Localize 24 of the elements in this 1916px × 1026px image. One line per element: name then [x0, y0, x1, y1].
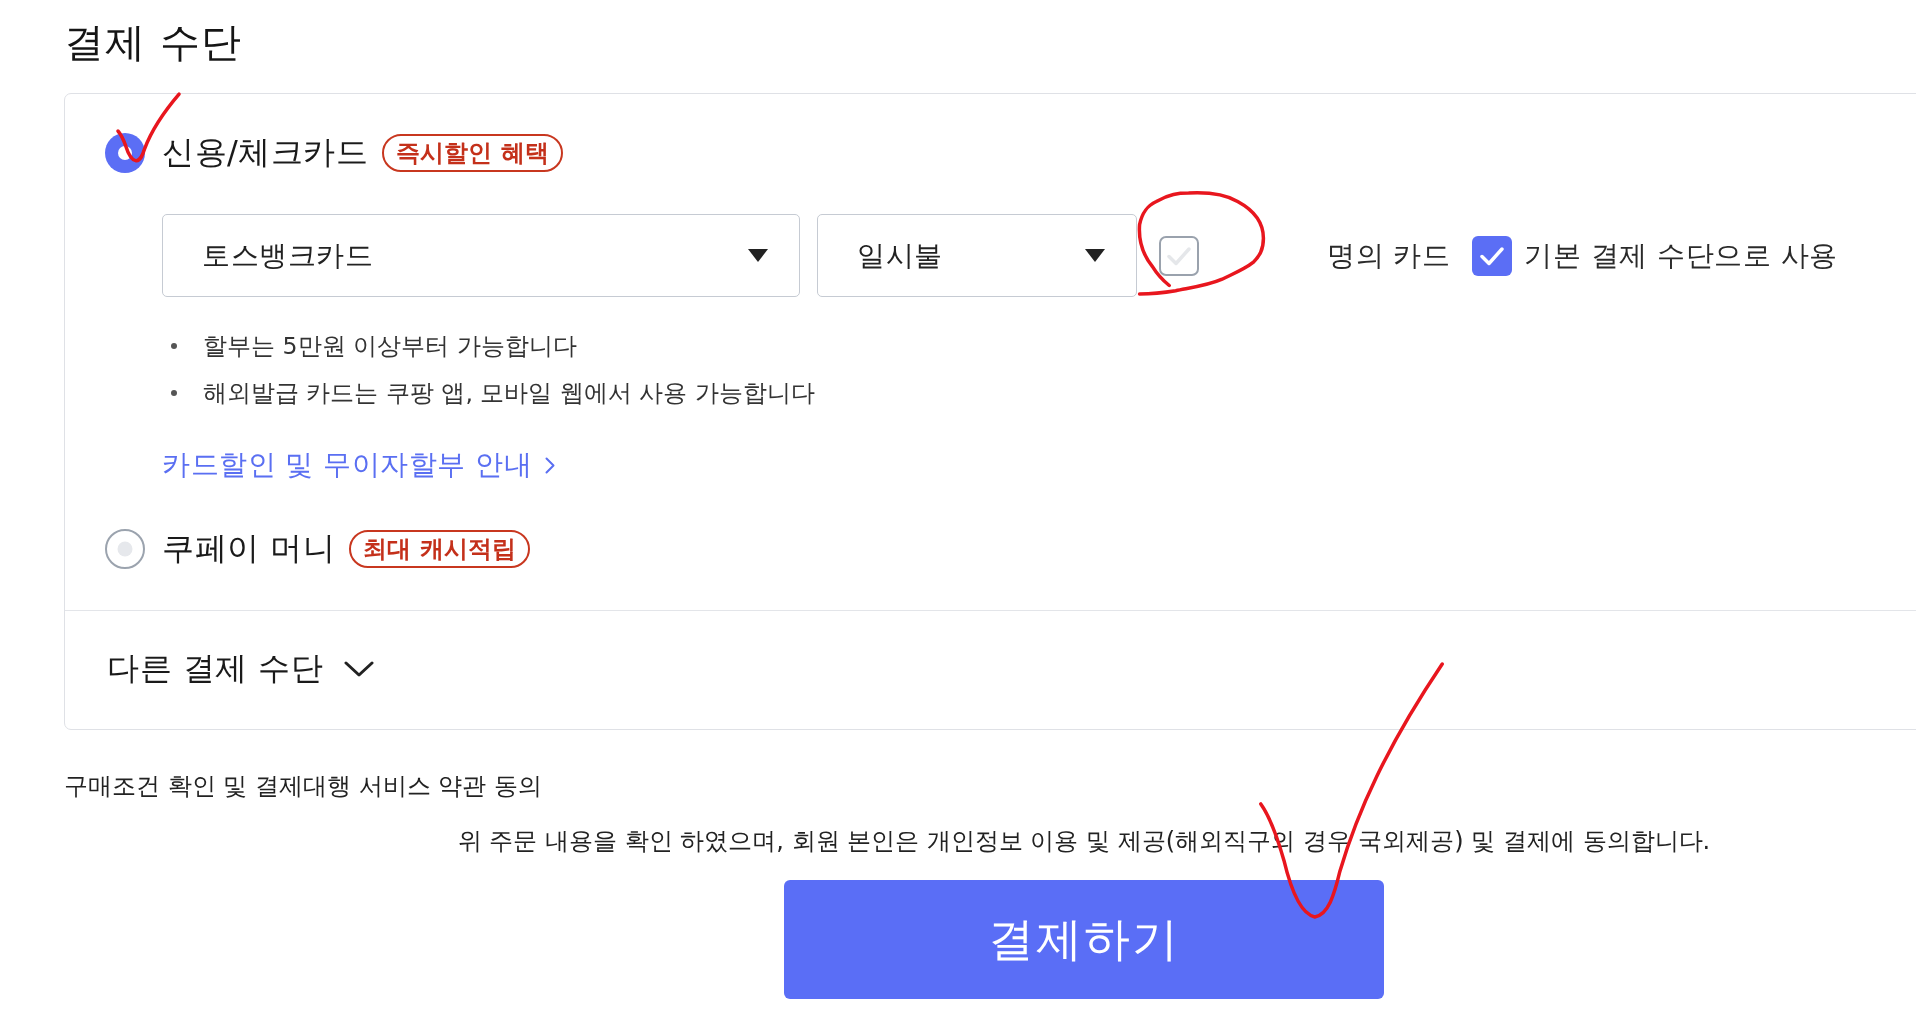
- checkbox-label: 기본 결제 수단으로 사용: [1524, 237, 1838, 274]
- checkbox[interactable]: [1472, 235, 1513, 276]
- info-link[interactable]: 카드할인 및 무이자할부 안내: [162, 443, 556, 487]
- bullet-icon: [171, 389, 177, 396]
- caret-down-icon: [748, 249, 768, 262]
- checkbox[interactable]: [1159, 235, 1199, 276]
- radio-button[interactable]: [105, 133, 145, 173]
- promo-badge: 즉시할인 혜택: [382, 134, 563, 172]
- dropdown[interactable]: 토스뱅크카드: [162, 214, 800, 297]
- payment-method-label: 신용/체크카드: [162, 132, 369, 173]
- note-text: 할부는 5만원 이상부터 가능합니다: [203, 330, 577, 362]
- note-text: 해외발급 카드는 쿠팡 앱, 모바일 웹에서 사용 가능합니다: [203, 377, 815, 409]
- dropdown[interactable]: 일시불: [817, 214, 1137, 297]
- section-title: 결제 수단: [64, 18, 242, 66]
- caret-down-icon: [1085, 249, 1105, 262]
- payment-method-label: 쿠페이 머니: [162, 528, 336, 569]
- pay-button[interactable]: 결제하기: [784, 880, 1384, 999]
- other-methods-toggle[interactable]: 다른 결제 수단: [107, 647, 375, 691]
- agreement-title: 구매조건 확인 및 결제대행 서비스 약관 동의: [64, 771, 542, 802]
- radio-button[interactable]: [105, 529, 145, 569]
- promo-badge: 최대 캐시적립: [349, 530, 530, 568]
- bullet-icon: [171, 342, 177, 349]
- checkbox-label: 명의 카드: [1327, 237, 1451, 274]
- chevron-right-icon: [545, 456, 556, 474]
